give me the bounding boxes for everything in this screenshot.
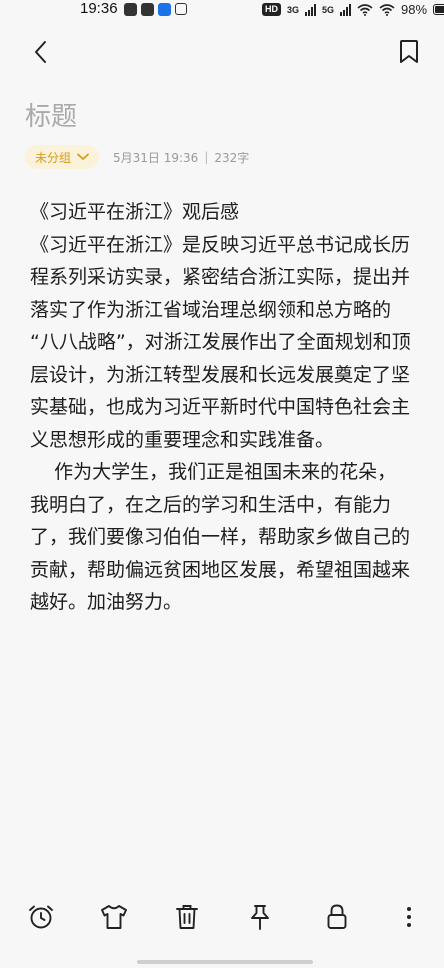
- search-app-icon: [124, 3, 137, 16]
- body-line: 层设计，为浙江转型发展和长远发展奠定了坚: [30, 363, 411, 386]
- battery-percent: 98%: [401, 2, 428, 17]
- body-line: 作为大学生，我们正是祖国未来的花朵，: [30, 461, 397, 483]
- status-bar: 19:36 HD 3G 5G 98%: [0, 0, 444, 22]
- back-button[interactable]: [26, 36, 56, 68]
- notification-icons: [124, 3, 187, 16]
- word-count: 232字: [214, 150, 250, 165]
- message-icon: [175, 3, 187, 15]
- hd-badge: HD: [262, 3, 281, 16]
- body-line: 越好。加油努力。: [30, 591, 183, 613]
- bottom-toolbar: [0, 878, 444, 968]
- note-info: 5月31日 19:36 | 232字: [113, 149, 249, 166]
- body-line: 《习近平在浙江》是反映习近平总书记成长历: [30, 233, 411, 256]
- reminder-button[interactable]: [26, 902, 56, 932]
- battery-icon: [433, 4, 444, 15]
- bookmark-icon: [400, 40, 418, 63]
- group-label: 未分组: [35, 150, 72, 165]
- status-right: HD 3G 5G 98%: [262, 2, 444, 17]
- group-selector[interactable]: 未分组: [25, 145, 100, 169]
- body-line: 程系列采访实录，紧密结合浙江实际，提出并: [30, 266, 411, 288]
- alarm-clock-icon: [29, 905, 53, 929]
- body-line: 义思想形成的重要理念和实践准备。: [30, 428, 335, 451]
- signal-icon-2: [340, 3, 352, 16]
- pin-icon: [251, 905, 269, 930]
- note-meta: 未分组 5月31日 19:36 | 232字: [25, 144, 249, 170]
- body-line: “八八战略”，对浙江发展作出了全面规划和顶: [30, 331, 411, 353]
- network-5g: 5G: [322, 4, 335, 15]
- note-date: 5月31日 19:36: [113, 150, 199, 165]
- trash-icon: [176, 905, 198, 929]
- wifi-icon-2: [379, 3, 395, 16]
- delete-button[interactable]: [172, 902, 202, 932]
- body-line: 了，我们要像习伯伯一样，帮助家乡做自己的: [30, 526, 411, 548]
- lock-button[interactable]: [322, 902, 352, 932]
- status-time: 19:36: [80, 0, 118, 17]
- network-3g: 3G: [287, 4, 300, 15]
- body-line: 我明白了，在之后的学习和生活中，有能力: [30, 493, 392, 516]
- body-line: 贡献，帮助偏远贫困地区发展，希望祖国越来: [30, 558, 411, 581]
- more-button[interactable]: [394, 902, 424, 932]
- note-title-input[interactable]: 标题: [25, 96, 77, 133]
- chevron-down-icon: [77, 153, 89, 160]
- lock-icon: [327, 904, 347, 929]
- more-vertical-icon: [407, 907, 411, 927]
- cloud-icon: [141, 3, 154, 16]
- wifi-icon: [357, 3, 373, 16]
- chevron-left-icon: [35, 41, 46, 63]
- home-indicator[interactable]: [137, 960, 313, 964]
- meta-separator: |: [204, 150, 209, 164]
- body-line: 《习近平在浙江》观后感: [30, 201, 240, 223]
- bookmark-button[interactable]: [394, 36, 424, 68]
- app-notification-icon: [158, 3, 171, 16]
- theme-button[interactable]: [99, 902, 129, 932]
- signal-icon-1: [305, 3, 317, 16]
- body-line: 实基础，也成为习近平新时代中国特色社会主: [30, 396, 411, 418]
- pin-button[interactable]: [245, 902, 275, 932]
- body-line: 落实了作为浙江省域治理总纲领和总方略的: [30, 298, 392, 321]
- note-body-editor[interactable]: 《习近平在浙江》观后感 《习近平在浙江》是反映习近平总书记成长历 程系列采访实录…: [30, 196, 422, 619]
- tshirt-icon: [101, 905, 127, 929]
